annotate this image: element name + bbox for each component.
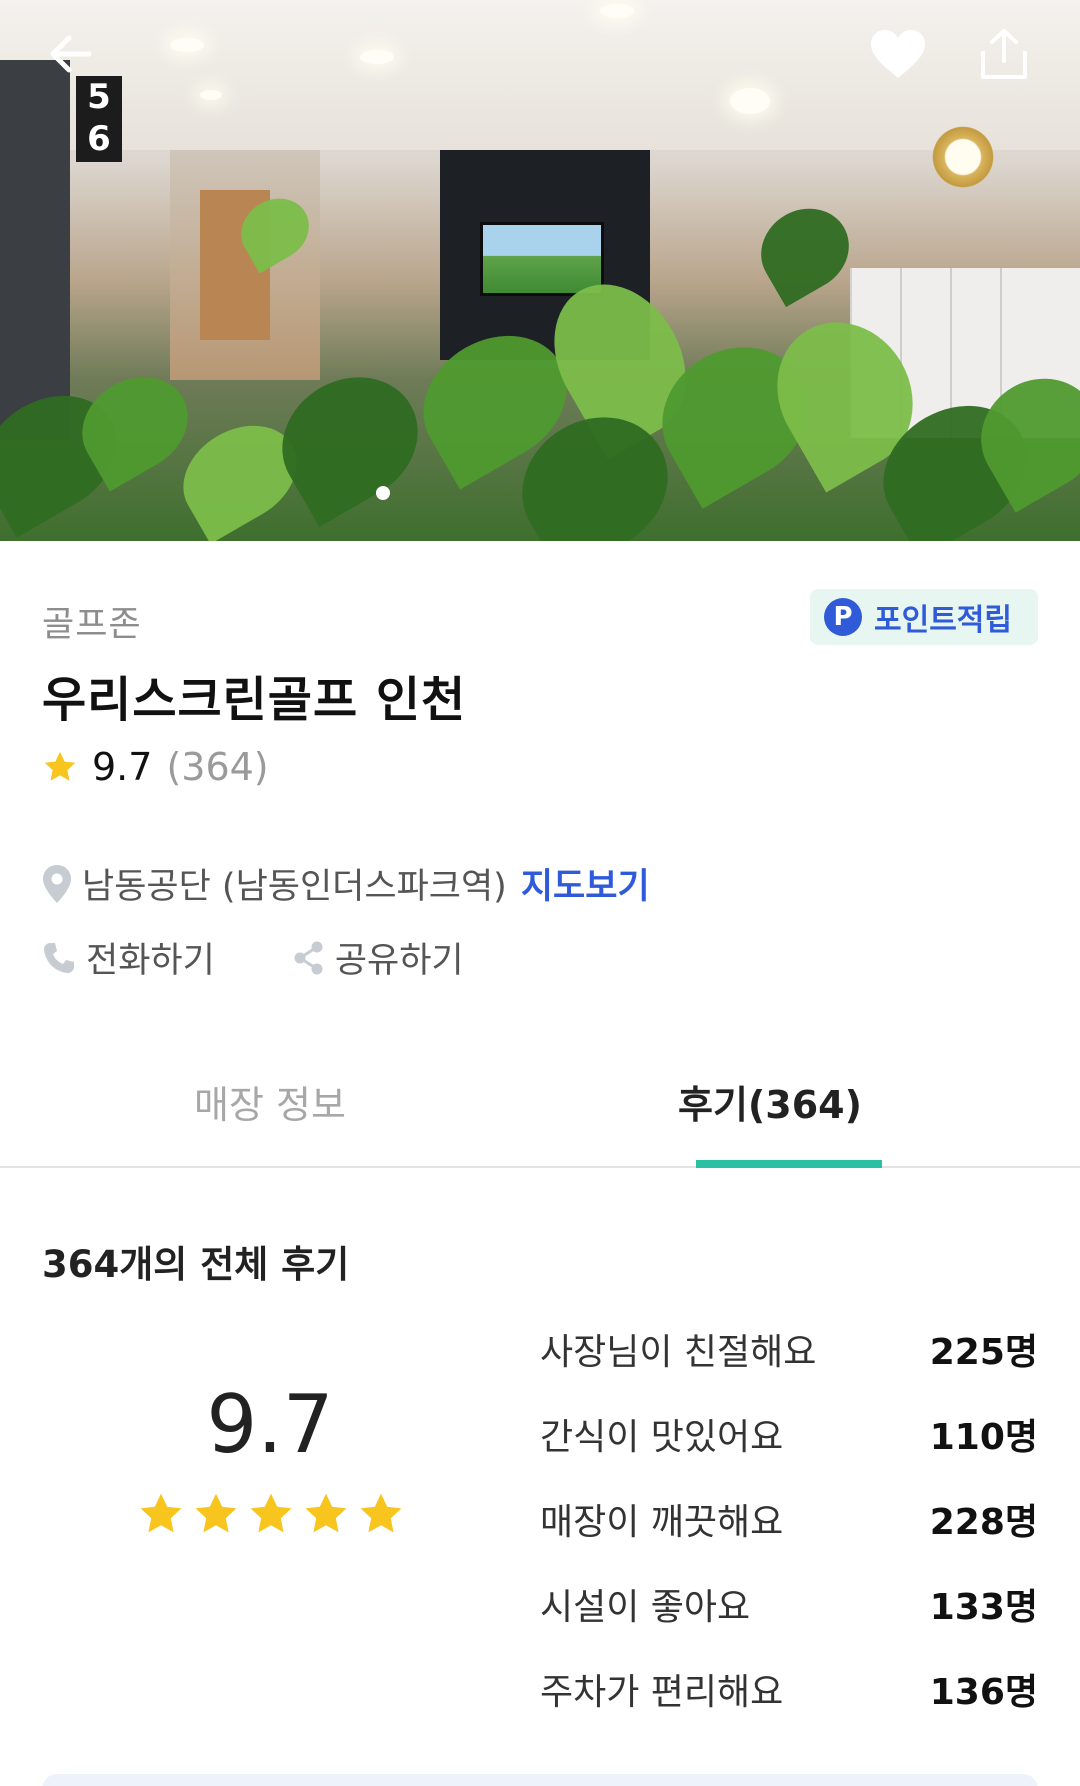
keyword-row: 시설이 좋아요 133명: [540, 1561, 1038, 1646]
ceiling-light: [170, 38, 204, 52]
view-map-link[interactable]: 지도보기: [521, 858, 650, 909]
active-tab-indicator: [696, 1160, 882, 1168]
keyword-row: 간식이 맛있어요 110명: [540, 1391, 1038, 1476]
points-icon: P: [824, 598, 862, 636]
plant-leaf: [746, 192, 864, 308]
keyword-label: 시설이 좋아요: [540, 1586, 751, 1628]
map-pin-icon: [43, 864, 71, 903]
store-name: 우리스크린골프 인천: [42, 672, 467, 728]
keyword-label: 주차가 편리해요: [540, 1671, 784, 1713]
share-top-button[interactable]: [972, 22, 1036, 86]
keyword-label: 매장이 깨끗해요: [540, 1501, 784, 1543]
keyword-row: 주차가 편리해요 136명: [540, 1646, 1038, 1731]
star-icon: [140, 1493, 182, 1533]
star-icon: [44, 751, 76, 781]
back-button[interactable]: [38, 22, 102, 86]
star-icon: [250, 1493, 292, 1533]
keyword-count: 228명: [929, 1501, 1038, 1543]
star-icon: [360, 1493, 402, 1533]
image-page-indicator: [376, 486, 390, 500]
share-label: 공유하기: [334, 941, 464, 981]
share-icon: [294, 941, 323, 974]
heart-icon: [871, 30, 925, 78]
store-actions: 전화하기 공유하기: [42, 932, 542, 983]
rating-score: 9.7: [92, 745, 153, 789]
keyword-label: 간식이 맛있어요: [540, 1416, 784, 1458]
arrow-left-icon: [50, 35, 92, 73]
phone-icon: [44, 942, 74, 973]
keyword-count: 110명: [929, 1416, 1038, 1458]
points-label: 포인트적립: [874, 603, 1012, 638]
bottom-card-edge: [42, 1774, 1038, 1786]
review-summary-title: 364개의 전체 후기: [42, 1243, 350, 1286]
average-stars: [137, 1490, 412, 1538]
keyword-row: 매장이 깨끗해요 228명: [540, 1476, 1038, 1561]
ceiling-light: [360, 50, 394, 64]
favorite-button[interactable]: [866, 22, 930, 86]
pendant-lamp: [730, 88, 770, 114]
photo-wall-clock: [928, 122, 998, 192]
call-button[interactable]: 전화하기: [42, 932, 215, 983]
rating-count: (364): [166, 745, 269, 789]
tab-store-info[interactable]: 매장 정보: [0, 1070, 540, 1166]
tab-reviews[interactable]: 후기(364): [500, 1070, 1040, 1166]
star-icon: [195, 1493, 237, 1533]
keyword-count: 225명: [929, 1331, 1038, 1373]
room-number: 6: [87, 119, 111, 159]
photo-tv: [480, 222, 604, 296]
keyword-label: 사장님이 친절해요: [540, 1331, 817, 1373]
keyword-count: 133명: [929, 1586, 1038, 1628]
store-location: 남동공단 (남동인더스파크역) 지도보기: [42, 858, 650, 909]
store-rating: 9.7 (364): [42, 745, 269, 789]
share-upload-icon: [981, 29, 1027, 79]
store-category: 골프존: [42, 605, 142, 645]
review-keyword-list: 사장님이 친절해요 225명 간식이 맛있어요 110명 매장이 깨끗해요 22…: [540, 1306, 1038, 1731]
ceiling-light: [600, 4, 634, 18]
room-number-sign: 5 6: [76, 76, 122, 162]
star-icon: [305, 1493, 347, 1533]
average-score: 9.7: [206, 1378, 334, 1471]
keyword-row: 사장님이 친절해요 225명: [540, 1306, 1038, 1391]
points-badge: P 포인트적립: [810, 589, 1038, 645]
photo-wall: [0, 60, 70, 440]
tab-bar: 매장 정보 후기(364): [0, 1070, 1080, 1168]
ceiling-light: [200, 90, 222, 100]
location-text: 남동공단 (남동인더스파크역): [82, 867, 507, 907]
share-button[interactable]: 공유하기: [293, 932, 464, 983]
keyword-count: 136명: [929, 1671, 1038, 1713]
call-label: 전화하기: [86, 941, 215, 981]
